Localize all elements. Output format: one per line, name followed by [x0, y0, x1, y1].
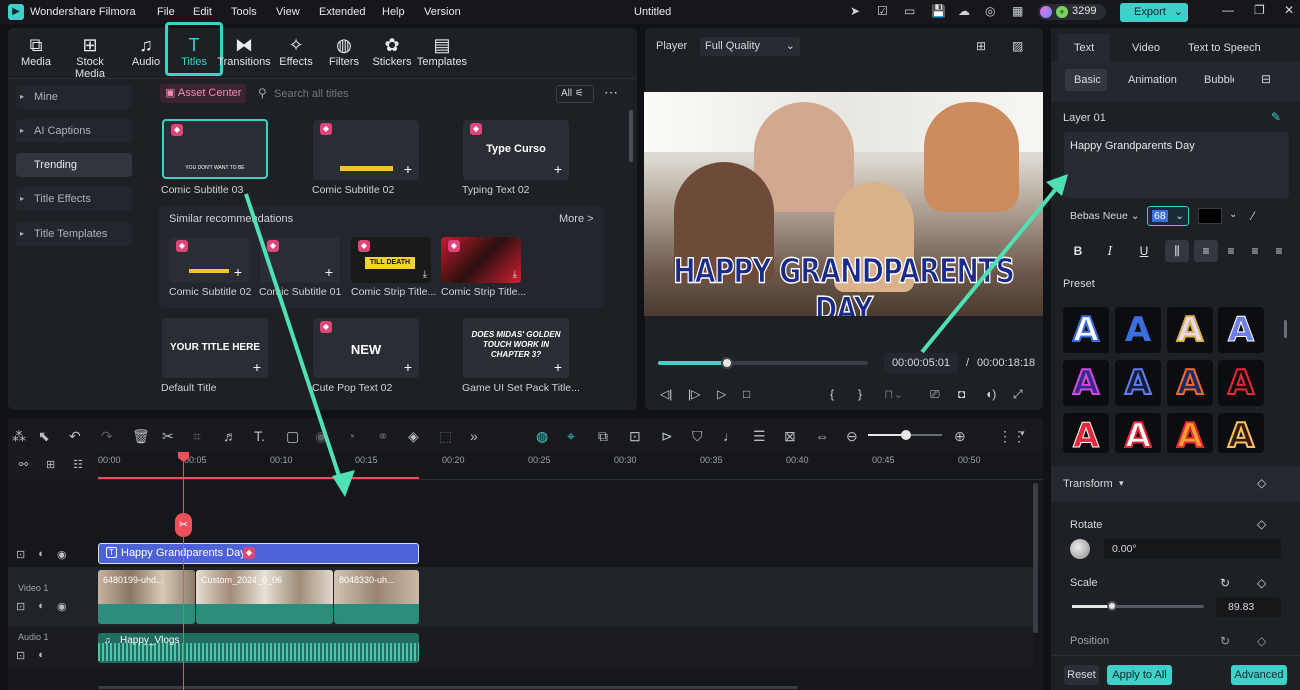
- annotation-arrow-drag: [244, 193, 345, 489]
- annotation-arrowhead: [1046, 174, 1068, 196]
- annotation-arrows: [244, 174, 1068, 497]
- annotation-arrow-edit: [920, 182, 1062, 354]
- annotation-arrowhead: [332, 470, 355, 497]
